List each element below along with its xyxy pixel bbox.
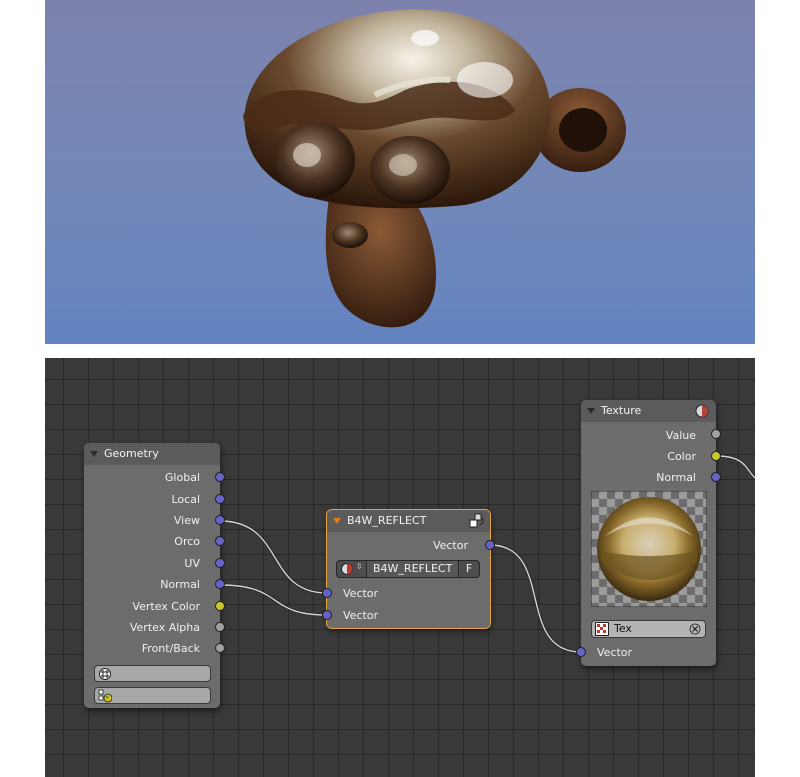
node-links-layer xyxy=(219,454,755,654)
node-editor[interactable]: Geometry Global Local View Orco UV Norma… xyxy=(45,358,755,777)
monkey-render-image xyxy=(243,9,626,328)
link-vector-to-texture xyxy=(489,544,582,653)
socket-reflect-vector-out[interactable] xyxy=(485,540,495,550)
socket-texture-vector-in[interactable] xyxy=(576,647,586,657)
socket-normal-out[interactable] xyxy=(711,472,721,482)
socket-reflect-vector-in-1[interactable] xyxy=(322,588,332,598)
socket-reflect-vector-in-2[interactable] xyxy=(322,610,332,620)
socket-color[interactable] xyxy=(711,451,721,461)
socket-value[interactable] xyxy=(711,429,721,439)
socket-uv[interactable] xyxy=(215,558,225,568)
socket-normal[interactable] xyxy=(215,579,225,589)
socket-view[interactable] xyxy=(215,515,225,525)
socket-vertex-alpha[interactable] xyxy=(215,622,225,632)
link-color-out xyxy=(715,455,755,479)
socket-global[interactable] xyxy=(215,472,225,482)
viewport-render[interactable] xyxy=(45,0,755,344)
socket-orco[interactable] xyxy=(215,536,225,546)
socket-local[interactable] xyxy=(215,494,225,504)
socket-front-back[interactable] xyxy=(215,643,225,653)
socket-vertex-color[interactable] xyxy=(215,601,225,611)
